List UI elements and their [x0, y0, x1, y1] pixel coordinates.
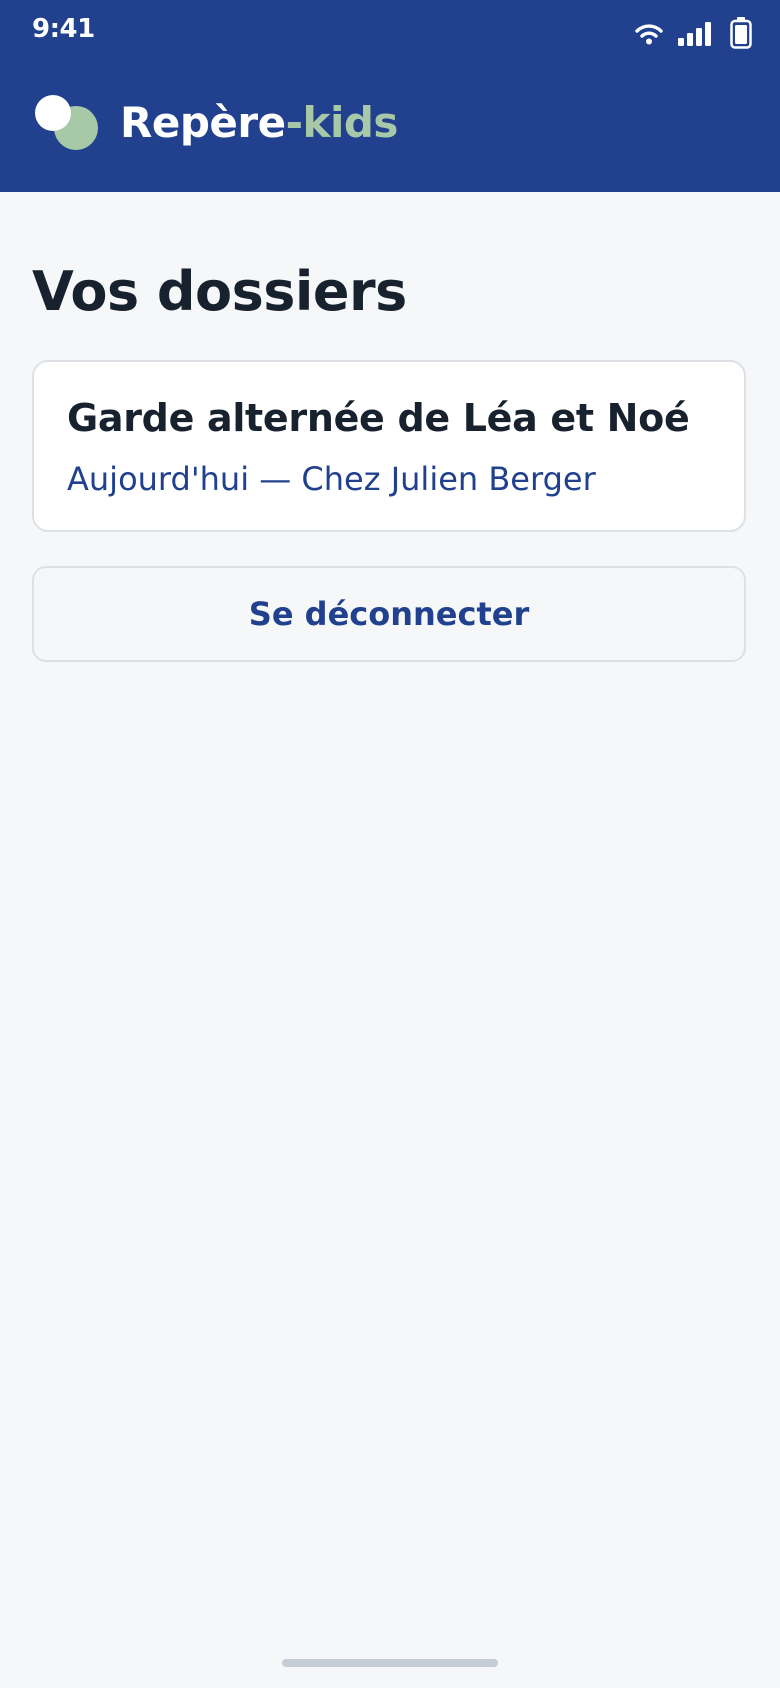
app-name-primary: Repère	[120, 98, 286, 147]
battery-icon	[730, 17, 752, 49]
page-title: Vos dossiers	[32, 260, 407, 323]
folder-title: Garde alternée de Léa et Noé	[67, 396, 690, 440]
folder-subtitle: Aujourd'hui — Chez Julien Berger	[67, 460, 596, 498]
signal-icon	[678, 22, 711, 46]
wifi-icon	[635, 24, 663, 45]
folder-card[interactable]: Garde alternée de Léa et Noé Aujourd'hui…	[32, 360, 746, 532]
logout-button[interactable]: Se déconnecter	[32, 566, 746, 662]
status-time: 9:41	[32, 14, 95, 44]
app-logo	[35, 95, 98, 150]
app-name-accent: -kids	[285, 98, 399, 147]
app-header: 9:41 Repère-kids	[0, 0, 780, 192]
app-name: Repère-kids	[120, 98, 398, 147]
home-indicator[interactable]	[282, 1659, 498, 1667]
